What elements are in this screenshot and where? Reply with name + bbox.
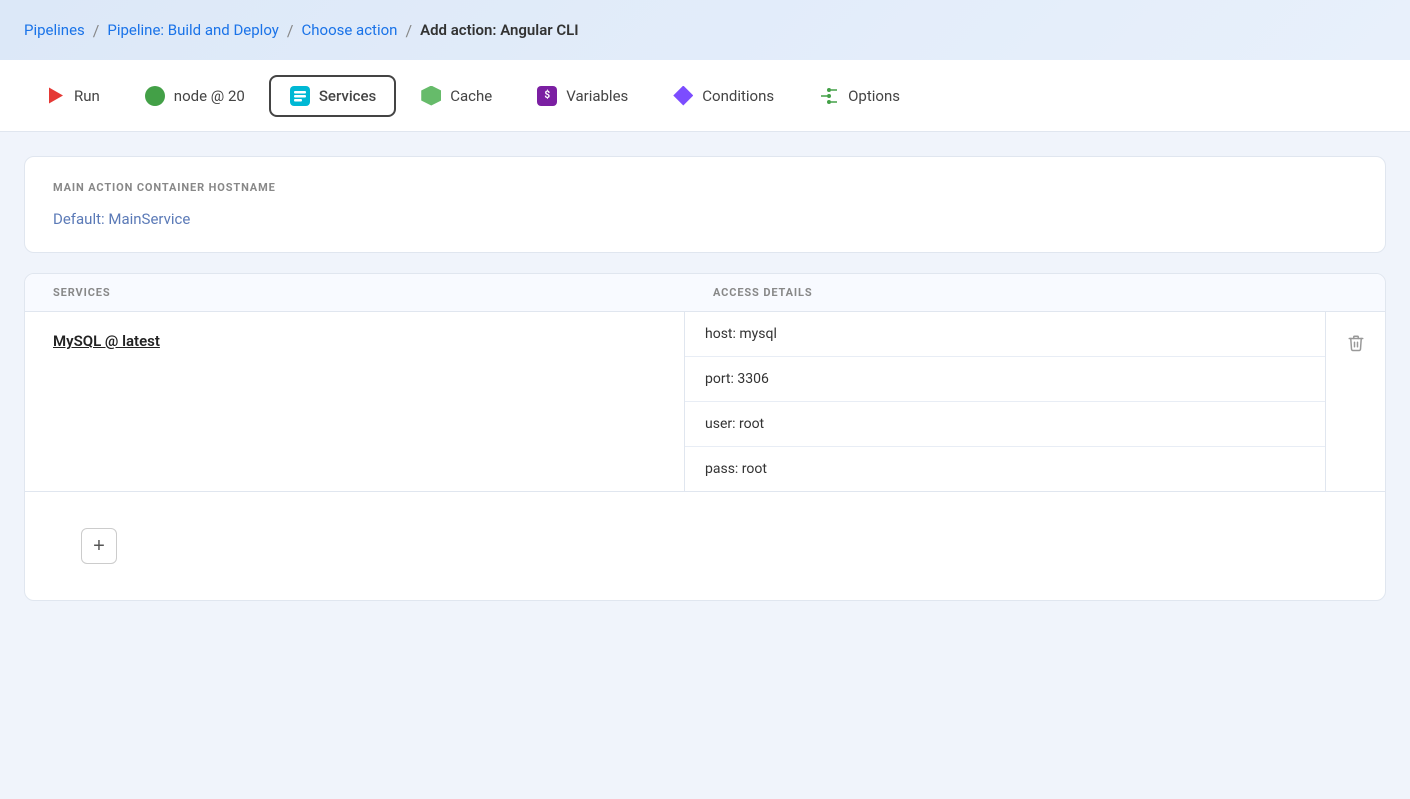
tab-variables[interactable]: $ Variables [516,75,648,117]
tab-run-label: Run [74,87,100,105]
tab-options[interactable]: Options [798,75,920,117]
node-icon [144,85,166,107]
tab-bar: Run node @ 20 Services Cache $ Variables [0,60,1410,132]
run-icon [44,85,66,107]
breadcrumb-sep-2: / [287,21,294,40]
service-row: MySQL @ latest host: mysql port: 3306 us… [25,312,1385,492]
tab-cache[interactable]: Cache [400,75,512,117]
variables-icon: $ [536,85,558,107]
tab-variables-label: Variables [566,87,628,105]
service-name-cell: MySQL @ latest [25,312,685,491]
tab-services-label: Services [319,87,376,105]
conditions-icon [672,85,694,107]
breadcrumb-bar: Pipelines / Pipeline: Build and Deploy /… [0,0,1410,60]
access-detail-pass: pass: root [685,447,1325,491]
add-service-container: + [25,492,1385,600]
tab-services[interactable]: Services [269,75,396,117]
breadcrumb-current: Add action: Angular CLI [420,21,579,39]
access-detail-port: port: 3306 [685,357,1325,402]
delete-service-button[interactable] [1339,330,1373,361]
breadcrumb-pipelines[interactable]: Pipelines [24,21,85,39]
hostname-section-label: MAIN ACTION CONTAINER HOSTNAME [53,181,1357,194]
tab-conditions-label: Conditions [702,87,774,105]
breadcrumb-sep-3: / [405,21,412,40]
hostname-card: MAIN ACTION CONTAINER HOSTNAME Default: … [24,156,1386,253]
main-content: MAIN ACTION CONTAINER HOSTNAME Default: … [0,132,1410,625]
tab-cache-label: Cache [450,87,492,105]
breadcrumb-sep-1: / [93,21,100,40]
tab-node-label: node @ 20 [174,87,245,105]
breadcrumb-pipeline[interactable]: Pipeline: Build and Deploy [107,21,279,39]
service-name-link[interactable]: MySQL @ latest [53,332,160,350]
access-details-column: host: mysql port: 3306 user: root pass: … [685,312,1325,491]
access-detail-user: user: root [685,402,1325,447]
options-icon [818,85,840,107]
services-card: SERVICES ACCESS DETAILS MySQL @ latest h… [24,273,1386,601]
hostname-default: Default: MainService [53,210,1357,228]
tab-conditions[interactable]: Conditions [652,75,794,117]
services-icon [289,85,311,107]
access-detail-host: host: mysql [685,312,1325,357]
delete-cell [1325,312,1385,491]
tab-run[interactable]: Run [24,75,120,117]
cache-icon [420,85,442,107]
services-column-header: SERVICES [53,286,713,299]
add-service-button[interactable]: + [81,528,117,564]
services-table-header: SERVICES ACCESS DETAILS [25,274,1385,312]
access-column-header: ACCESS DETAILS [713,286,1297,299]
tab-options-label: Options [848,87,900,105]
breadcrumb-choose-action[interactable]: Choose action [301,21,397,39]
tab-node[interactable]: node @ 20 [124,75,265,117]
